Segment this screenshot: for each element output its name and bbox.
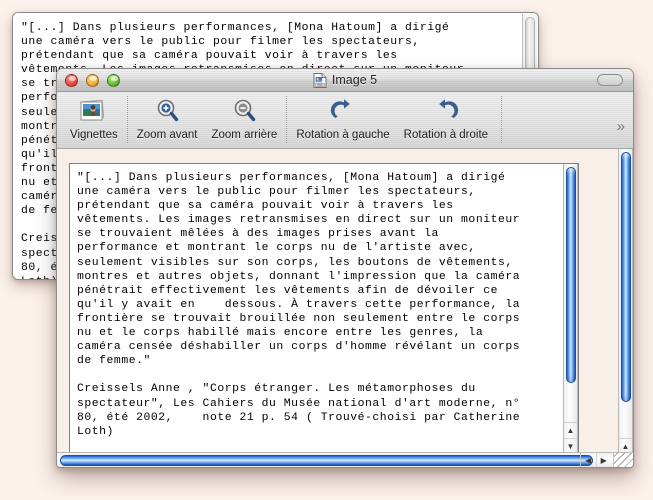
toolbar-toggle-button[interactable] [597,74,623,86]
pdf-document-icon: PDF [313,72,327,88]
rotate-right-icon [431,97,461,126]
document-scrollbar-arrows[interactable]: ▲ ▼ [563,422,578,452]
document-vertical-scrollbar[interactable] [563,164,578,422]
window-title: Image 5 [331,73,378,87]
toolbar-button-zoom-in[interactable]: Zoom avant [130,92,205,141]
zoom-in-icon [152,97,182,126]
window-horizontal-scrollbar[interactable]: ◀ ▶ [57,452,633,467]
toolbar-label-zoom-out: Zoom arrière [211,129,278,141]
window-content: "[...] Dans plusieurs performances, [Mon… [57,149,633,467]
window-horizontal-scrollbar-thumb[interactable] [60,455,593,466]
minimize-button[interactable] [86,73,99,87]
scroll-right-arrow-icon[interactable]: ▶ [595,453,612,467]
toolbar-button-vignettes[interactable]: Vignettes [63,92,125,141]
toolbar-separator-3 [501,96,503,143]
toolbar-label-rotate-left: Rotation à gauche [296,129,390,141]
title-group: PDF Image 5 [57,69,633,91]
toolbar[interactable]: Vignettes Zoom avant Zoom arrière Rotati… [57,92,633,149]
toolbar-button-rotate-right[interactable]: Rotation à droite [397,92,495,141]
window-controls[interactable] [65,73,120,87]
close-button[interactable] [65,73,78,87]
document-scroll-up-arrow-icon[interactable]: ▲ [564,423,577,438]
title-bar[interactable]: PDF Image 5 [57,69,633,92]
scroll-left-arrow-icon[interactable]: ◀ [581,453,596,467]
document-text: "[...] Dans plusieurs performances, [Mon… [77,172,521,438]
toolbar-separator-1 [126,96,128,143]
zoom-button[interactable] [107,73,120,87]
rotate-left-icon [328,97,358,126]
toolbar-label-zoom-in: Zoom avant [136,129,198,141]
window-vertical-scrollbar[interactable] [618,149,633,438]
document-scrollbar-thumb[interactable] [565,167,576,383]
toolbar-label-vignettes: Vignettes [70,129,118,141]
thumbnails-icon [79,97,109,126]
document-scroll-down-arrow-icon[interactable]: ▼ [564,438,577,452]
toolbar-button-zoom-out[interactable]: Zoom arrière [204,92,284,141]
image-viewer-window[interactable]: PDF Image 5 Vignettes Zoom avant Zoom ar… [56,68,634,468]
document-text-view[interactable]: "[...] Dans plusieurs performances, [Mon… [69,163,579,453]
toolbar-separator-2 [286,96,288,143]
resize-grip[interactable] [613,453,633,467]
toolbar-overflow-chevron-icon[interactable]: » [617,119,625,134]
toolbar-label-rotate-right: Rotation à droite [403,129,489,141]
toolbar-button-rotate-left[interactable]: Rotation à gauche [289,92,396,141]
desktop: "[...] Dans plusieurs performances, [Mon… [0,0,653,500]
zoom-out-icon [229,97,259,126]
window-scrollbar-thumb[interactable] [620,152,631,402]
svg-text:PDF: PDF [317,82,323,86]
horizontal-scrollbar-arrows[interactable]: ◀ ▶ [580,453,612,467]
